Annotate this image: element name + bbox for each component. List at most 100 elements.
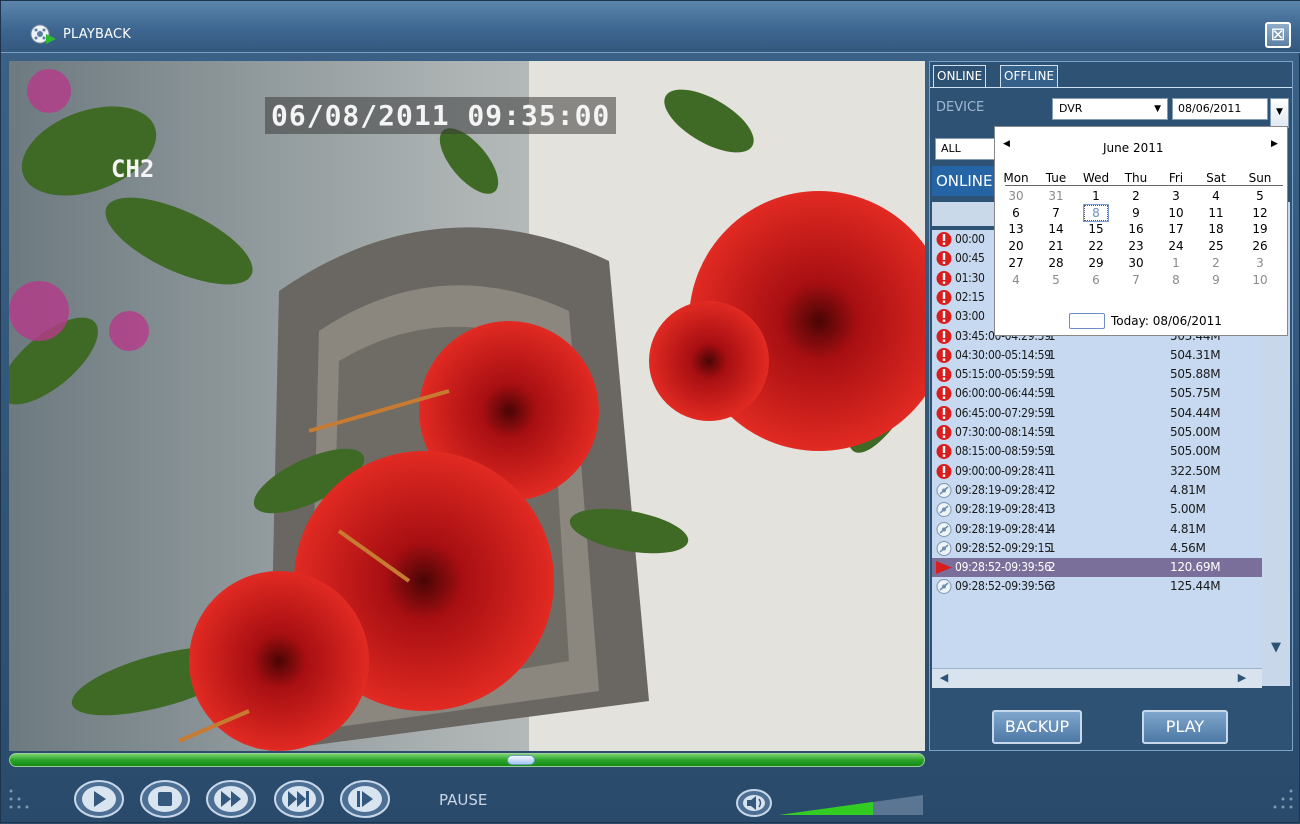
calendar-day[interactable]: 4 (1197, 189, 1235, 205)
tab-online[interactable]: ONLINE (933, 65, 987, 87)
horizontal-scrollbar[interactable]: ◀ ▶ (932, 668, 1262, 688)
calendar-day[interactable]: 9 (1117, 206, 1155, 222)
close-button[interactable]: ⊠ (1265, 22, 1291, 48)
calendar-day[interactable]: 6 (1077, 273, 1115, 289)
calendar-day[interactable]: 27 (997, 256, 1035, 272)
calendar-day[interactable]: 20 (997, 239, 1035, 255)
scroll-left-icon[interactable]: ◀ (934, 671, 954, 687)
record-row[interactable]: 09:28:52-09:29:15 1 4.56M (932, 539, 1262, 558)
calendar-day[interactable]: 10 (1241, 273, 1279, 289)
volume-icon[interactable] (735, 789, 773, 817)
calendar-day[interactable]: 31 (1037, 189, 1075, 205)
calendar-day[interactable]: 1 (1077, 189, 1115, 205)
record-row[interactable]: 09:28:52-09:39:56 2 120.69M (932, 558, 1262, 578)
scroll-down-icon[interactable]: ▼ (1262, 640, 1290, 660)
calendar-day[interactable]: 8 (1077, 203, 1115, 222)
record-time: 09:28:19-09:28:41 (955, 482, 1051, 497)
record-row[interactable]: 09:00:00-09:28:41 1 322.50M (932, 462, 1262, 481)
play-button[interactable]: PLAY (1142, 710, 1228, 744)
calendar-day[interactable]: 17 (1157, 222, 1195, 238)
alarm-icon (936, 308, 952, 325)
calendar-divider (1005, 185, 1283, 186)
calendar-day[interactable]: 10 (1157, 206, 1195, 222)
progress-thumb[interactable] (507, 755, 535, 765)
calendar-day[interactable]: 4 (997, 273, 1035, 289)
calendar-day[interactable]: 30 (997, 189, 1035, 205)
calendar-day[interactable]: 15 (1077, 222, 1115, 238)
calendar-day[interactable]: 28 (1037, 256, 1075, 272)
calendar-day-label: 4 (1012, 272, 1020, 287)
fast-forward-icon[interactable] (205, 779, 257, 819)
record-row[interactable]: 08:15:00-08:59:59 1 505.00M (932, 442, 1262, 461)
scroll-right-icon[interactable]: ▶ (1232, 671, 1252, 687)
date-dropdown-button[interactable]: ▼ (1270, 98, 1289, 128)
calendar-day[interactable]: 19 (1241, 222, 1279, 238)
backup-button[interactable]: BACKUP (992, 710, 1082, 744)
alarm-icon (936, 347, 952, 364)
play-icon[interactable] (73, 779, 125, 819)
record-time: 09:28:52-09:39:56 (955, 560, 1051, 575)
record-channel: 1 (1048, 425, 1056, 439)
record-row[interactable]: 05:15:00-05:59:59 1 505.88M (932, 365, 1262, 384)
next-month-icon[interactable]: ▶ (1271, 139, 1278, 149)
calendar-day[interactable]: 7 (1037, 206, 1075, 222)
calendar-day[interactable]: 1 (1157, 256, 1195, 272)
calendar-day[interactable]: 24 (1157, 239, 1195, 255)
calendar-day[interactable]: 7 (1117, 273, 1155, 289)
weekday-label: Thu (1124, 171, 1148, 185)
calendar-day[interactable]: 13 (997, 222, 1035, 238)
calendar-month-label: June 2011 (1103, 141, 1164, 155)
calendar-day[interactable]: 2 (1197, 256, 1235, 272)
calendar-day-label: 5 (1256, 189, 1264, 203)
calendar-day[interactable]: 9 (1197, 273, 1235, 289)
today-button[interactable]: Today: 08/06/2011 (1111, 314, 1222, 328)
calendar-day[interactable]: 21 (1037, 239, 1075, 255)
calendar-day[interactable]: 3 (1157, 189, 1195, 205)
calendar-day[interactable]: 23 (1117, 239, 1155, 255)
calendar-day[interactable]: 6 (997, 206, 1035, 222)
calendar-day[interactable]: 30 (1117, 256, 1155, 272)
weekday-label: Sat (1206, 171, 1226, 185)
calendar-day[interactable]: 12 (1241, 206, 1279, 222)
record-row[interactable]: 07:30:00-08:14:59 1 505.00M (932, 423, 1262, 442)
record-row[interactable]: 09:28:19-09:28:41 3 5.00M (932, 500, 1262, 519)
calendar-day[interactable]: 8 (1157, 273, 1195, 289)
record-size: 125.44M (1170, 579, 1221, 594)
calendar-day[interactable]: 16 (1117, 222, 1155, 238)
playback-progress-bar[interactable] (9, 753, 925, 767)
record-row[interactable]: 06:00:00-06:44:59 1 505.75M (932, 384, 1262, 403)
calendar-day[interactable]: 14 (1037, 222, 1075, 238)
stop-icon[interactable] (139, 779, 191, 819)
calendar-day-label: 24 (1168, 239, 1184, 254)
record-row[interactable]: 04:30:00-05:14:59 1 504.31M (932, 346, 1262, 365)
calendar-day[interactable]: 5 (1241, 189, 1279, 205)
calendar-day[interactable]: 26 (1241, 239, 1279, 255)
calendar-day[interactable]: 2 (1117, 189, 1155, 205)
calendar-day-label: 30 (1008, 189, 1024, 203)
date-field[interactable]: 08/06/2011 (1172, 98, 1268, 120)
record-row[interactable]: 09:28:52-09:39:56 3 125.44M (932, 577, 1262, 596)
calendar-day[interactable]: 3 (1241, 256, 1279, 272)
record-row[interactable]: 09:28:19-09:28:41 4 4.81M (932, 520, 1262, 539)
record-row[interactable]: 06:45:00-07:29:59 1 504.44M (932, 404, 1262, 423)
video-view[interactable]: 06/08/2011 09:35:00 CH2 (9, 61, 925, 751)
volume-slider[interactable] (779, 795, 923, 815)
previous-month-icon[interactable]: ◀ (1003, 139, 1010, 149)
calendar-day[interactable]: 25 (1197, 239, 1235, 255)
record-row[interactable]: 09:28:19-09:28:41 2 4.81M (932, 481, 1262, 500)
tab-offline[interactable]: OFFLINE (1000, 65, 1059, 87)
skip-next-icon[interactable] (273, 779, 325, 819)
record-size: 4.81M (1170, 482, 1206, 497)
calendar-day-label: 9 (1212, 272, 1220, 287)
step-frame-icon[interactable] (339, 779, 391, 819)
weekday-label: Wed (1082, 171, 1110, 185)
calendar-day[interactable]: 18 (1197, 222, 1235, 238)
record-channel: 3 (1048, 502, 1056, 517)
calendar-day[interactable]: 11 (1197, 206, 1235, 222)
record-type-select[interactable]: ALL (935, 138, 995, 160)
calendar-day[interactable]: 29 (1077, 256, 1115, 272)
alarm-icon (936, 424, 952, 441)
device-select[interactable]: DVR ▼ (1052, 98, 1168, 120)
calendar-day[interactable]: 5 (1037, 273, 1075, 289)
calendar-day[interactable]: 22 (1077, 239, 1115, 255)
